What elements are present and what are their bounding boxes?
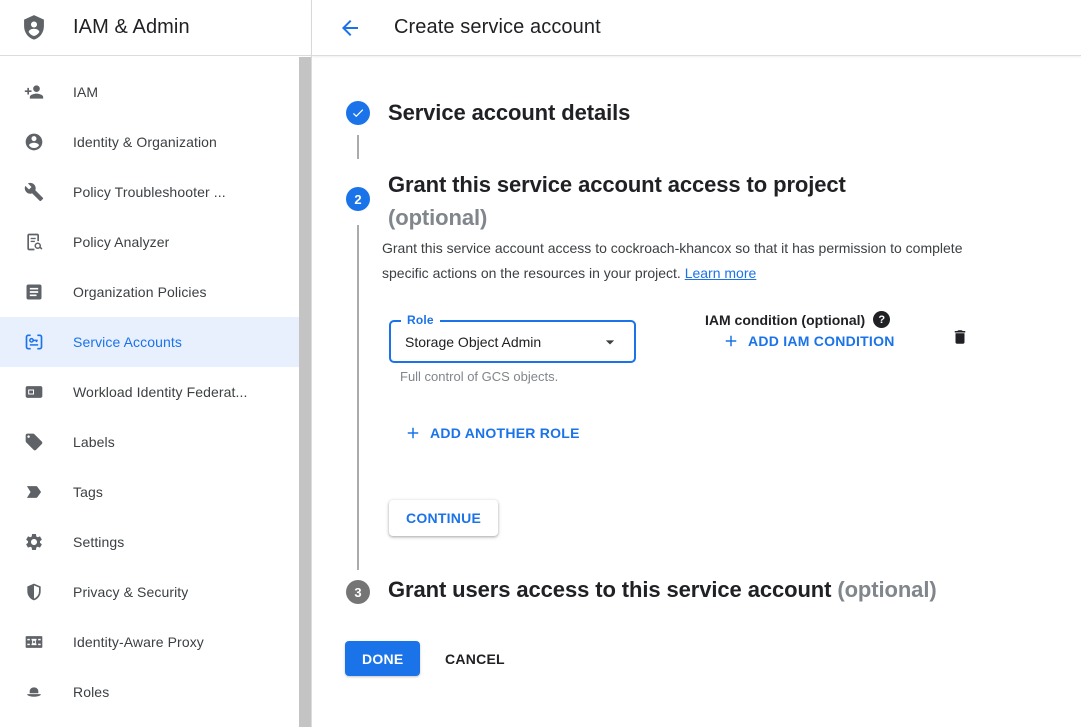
document-lines-icon (24, 282, 44, 302)
done-button[interactable]: DONE (345, 641, 420, 676)
sidebar-item-workload-identity-federation[interactable]: Workload Identity Federat... (0, 367, 311, 417)
proxy-grid-icon (24, 632, 44, 652)
iam-condition-label: IAM condition (optional) (705, 312, 865, 328)
check-icon (351, 106, 365, 120)
sidebar-item-label: Privacy & Security (73, 584, 188, 600)
role-selected-value: Storage Object Admin (405, 334, 541, 350)
help-icon[interactable]: ? (873, 311, 890, 328)
gcp-console-page: IAM & Admin IAM Identity & Organization … (0, 0, 1081, 727)
cancel-button[interactable]: CANCEL (445, 641, 505, 676)
step3-optional-label: (optional) (837, 577, 936, 602)
step-connector-line (357, 225, 359, 570)
person-add-icon (24, 82, 44, 102)
step2-optional-label: (optional) (388, 201, 928, 234)
label-tag-icon (24, 432, 44, 452)
step1-complete-circle (346, 101, 370, 125)
sidebar-item-label: IAM (73, 84, 98, 100)
sidebar-item-label: Policy Troubleshooter ... (73, 184, 226, 200)
policy-analyzer-icon (24, 232, 44, 252)
sidebar-header: IAM & Admin (0, 0, 311, 56)
tag-arrow-icon (24, 482, 44, 502)
add-another-role-button[interactable]: ADD ANOTHER ROLE (404, 424, 580, 442)
sidebar-nav: IAM Identity & Organization Policy Troub… (0, 56, 311, 717)
main-panel: Create service account Service account d… (312, 0, 1081, 727)
role-select[interactable]: Role Storage Object Admin (389, 320, 636, 363)
iam-shield-logo-icon (20, 14, 48, 42)
sidebar-item-organization-policies[interactable]: Organization Policies (0, 267, 311, 317)
plus-icon (722, 332, 740, 350)
learn-more-link[interactable]: Learn more (685, 265, 757, 281)
product-title: IAM & Admin (73, 16, 190, 39)
step3-title: Grant users access to this service accou… (388, 577, 937, 603)
back-button[interactable] (337, 15, 363, 41)
sidebar-item-label: Identity-Aware Proxy (73, 634, 204, 650)
identity-card-icon (24, 382, 44, 402)
identity-person-icon (24, 132, 44, 152)
sidebar-item-identity-aware-proxy[interactable]: Identity-Aware Proxy (0, 617, 311, 667)
step2-description: Grant this service account access to coc… (382, 236, 976, 286)
add-iam-condition-button[interactable]: ADD IAM CONDITION (722, 332, 895, 350)
sidebar-item-privacy-security[interactable]: Privacy & Security (0, 567, 311, 617)
sidebar-item-identity-organization[interactable]: Identity & Organization (0, 117, 311, 167)
sidebar: IAM & Admin IAM Identity & Organization … (0, 0, 312, 727)
iam-condition-row: IAM condition (optional) ? (705, 311, 890, 328)
shield-half-icon (24, 582, 44, 602)
sidebar-item-policy-troubleshooter[interactable]: Policy Troubleshooter ... (0, 167, 311, 217)
sidebar-item-settings[interactable]: Settings (0, 517, 311, 567)
sidebar-item-service-accounts[interactable]: Service Accounts (0, 317, 311, 367)
wrench-icon (24, 182, 44, 202)
step1-title: Service account details (388, 100, 630, 126)
dropdown-arrow-icon (600, 332, 620, 352)
step3-number: 3 (354, 585, 361, 600)
sidebar-item-label: Tags (73, 484, 103, 500)
step3-number-circle: 3 (346, 580, 370, 604)
sidebar-item-roles[interactable]: Roles (0, 667, 311, 717)
step2-title: Grant this service account access to pro… (388, 168, 928, 234)
sidebar-item-label: Labels (73, 434, 115, 450)
hat-icon (24, 682, 44, 702)
create-service-account-form: Service account details 2 Grant this ser… (312, 56, 1081, 727)
sidebar-item-label: Workload Identity Federat... (73, 384, 248, 400)
gear-icon (24, 532, 44, 552)
continue-button[interactable]: CONTINUE (389, 500, 498, 536)
sidebar-item-label: Settings (73, 534, 124, 550)
service-account-key-icon (24, 332, 44, 352)
delete-role-button[interactable] (949, 326, 971, 348)
trash-icon (951, 327, 969, 347)
sidebar-item-label: Identity & Organization (73, 134, 217, 150)
plus-icon (404, 424, 422, 442)
back-arrow-icon (338, 16, 362, 40)
main-header: Create service account (312, 0, 1081, 56)
role-field-label: Role (401, 313, 440, 327)
sidebar-scrollbar-thumb[interactable] (299, 57, 311, 727)
role-helper-text: Full control of GCS objects. (400, 369, 558, 384)
sidebar-item-iam[interactable]: IAM (0, 67, 311, 117)
sidebar-item-tags[interactable]: Tags (0, 467, 311, 517)
step2-number: 2 (354, 192, 361, 207)
sidebar-item-label: Service Accounts (73, 334, 182, 350)
step-connector-line (357, 135, 359, 159)
page-title: Create service account (394, 16, 601, 39)
step2-number-circle: 2 (346, 187, 370, 211)
sidebar-item-label: Policy Analyzer (73, 234, 169, 250)
sidebar-item-label: Roles (73, 684, 109, 700)
sidebar-item-policy-analyzer[interactable]: Policy Analyzer (0, 217, 311, 267)
sidebar-item-labels[interactable]: Labels (0, 417, 311, 467)
sidebar-item-label: Organization Policies (73, 284, 207, 300)
